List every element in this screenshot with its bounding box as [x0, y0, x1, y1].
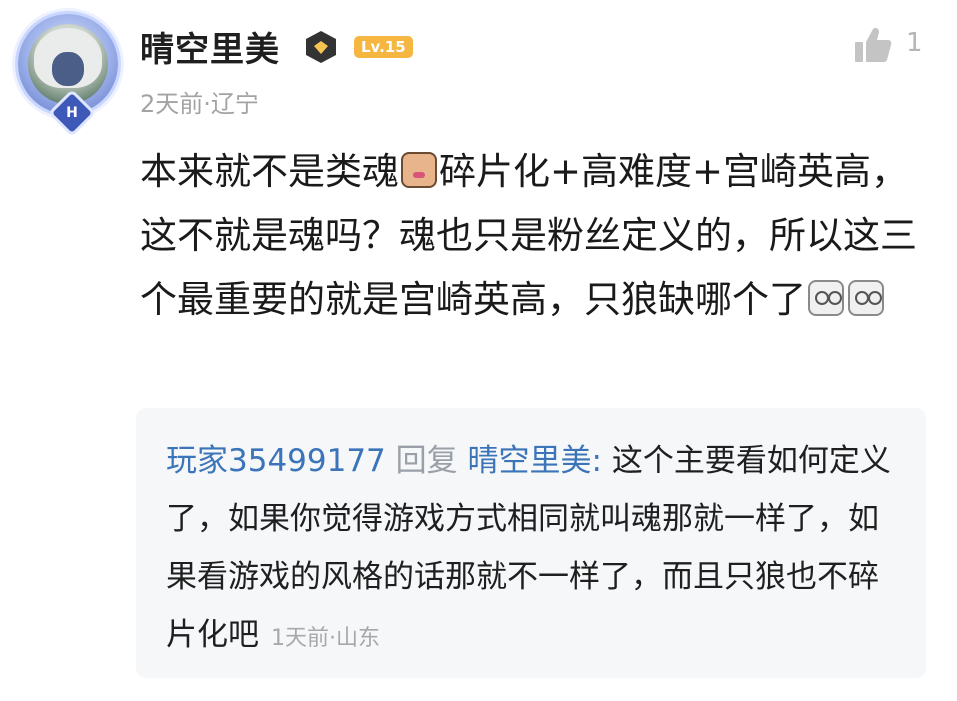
avatar[interactable]: H [8, 8, 130, 138]
reply-location: 山东 [336, 626, 381, 651]
reply-box[interactable]: 玩家35499177 回复 晴空里美: 这个主要看如何定义了，如果你觉得游戏方式… [136, 408, 926, 678]
reply-action: 回复 [395, 443, 458, 479]
reply-username[interactable]: 玩家35499177 [166, 443, 386, 479]
meta-separator: · [203, 90, 211, 118]
comment-username[interactable]: 晴空里美 [140, 22, 280, 71]
level-badge: Lv.15 [354, 36, 413, 58]
reply-meta-separator: · [329, 626, 336, 651]
doubt-emoji-icon [848, 280, 884, 316]
reply-item: 玩家35499177 回复 晴空里美: 这个主要看如何定义了，如果你觉得游戏方式… [166, 432, 906, 668]
comment-location: 辽宁 [210, 90, 259, 118]
reply-meta: 1天前·山东 [271, 626, 380, 651]
comment-time: 2天前 [140, 90, 204, 118]
reply-time: 1天前 [271, 626, 329, 651]
like-count: 1 [906, 28, 923, 58]
doubt-emoji-icon [808, 280, 844, 316]
comment-meta: 2天前·辽宁 [140, 84, 259, 119]
comment-text-part1: 本来就不是类魂 [140, 150, 399, 193]
thumbs-up-icon[interactable] [852, 24, 894, 66]
vip-diamond-icon [306, 31, 336, 63]
reply-target-username[interactable]: 晴空里美: [468, 443, 602, 479]
thinking-emoji-icon [401, 152, 437, 188]
comment-body: 本来就不是类魂 碎片化+高难度+宫崎英高，这不就是魂吗？魂也只是粉丝定义的，所以这… [140, 140, 920, 332]
avatar-face [52, 52, 84, 86]
